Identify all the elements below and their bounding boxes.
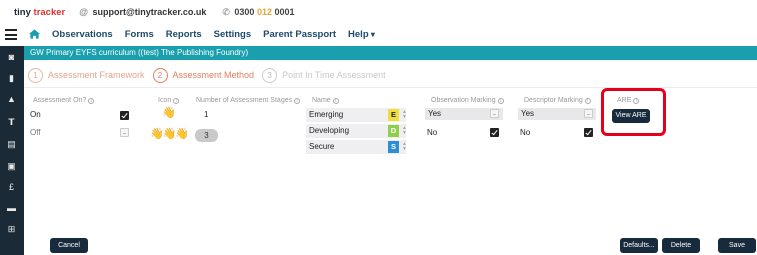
info-icon[interactable]: i (584, 98, 591, 104)
option-label: Yes (521, 109, 535, 118)
support-email[interactable]: @ support@tinytracker.co.uk (79, 7, 206, 17)
support-phone[interactable]: ✆ 0300 012 0001 (222, 7, 294, 18)
descriptor-yes-checkbox[interactable] (584, 109, 593, 118)
stage-badge: S (388, 141, 399, 153)
assessment-on-label: On (30, 110, 41, 119)
logo-text-tracker: tracker (33, 6, 66, 18)
hamburger-menu-icon[interactable] (5, 29, 17, 40)
option-label: Yes (428, 109, 442, 118)
step-label: Assessment Method (172, 70, 255, 80)
step-assessment-method[interactable]: 2 Assessment Method (152, 67, 255, 83)
info-icon[interactable]: i (497, 98, 504, 104)
pound-icon[interactable]: £ (6, 182, 17, 193)
wallet-icon[interactable]: ▬ (6, 203, 17, 214)
col-assessment-on: Assessment On? i (33, 97, 95, 104)
curriculum-header: GW Primary EYFS curriculum ((test) The P… (24, 46, 757, 60)
observation-marking-no: No (427, 128, 438, 137)
sort-handle-icon[interactable]: ▲ ▼ (402, 110, 407, 120)
nav-help[interactable]: Help (348, 29, 375, 40)
brand-bar: tiny tracker @ support@tinytracker.co.uk… (0, 0, 757, 24)
home-icon[interactable] (29, 29, 40, 39)
cancel-button[interactable]: Cancel (50, 238, 88, 253)
phone-highlight: 012 (256, 6, 272, 17)
nav-forms[interactable]: Forms (125, 29, 154, 40)
descriptor-marking-no: No (520, 128, 531, 137)
child-icon[interactable]: 𝗧 (6, 117, 17, 128)
assessment-off-label: Off (30, 128, 41, 137)
single-hand-icon: 👋 (162, 107, 176, 119)
app-root: tiny tracker @ support@tinytracker.co.uk… (0, 0, 757, 255)
col-label: Descriptor Marking (524, 97, 583, 104)
stages-count-pill[interactable]: 3 (195, 129, 218, 142)
col-label: Icon (158, 97, 172, 104)
descriptor-no-checkbox[interactable] (584, 128, 593, 137)
sort-handle-icon[interactable]: ▲ ▼ (402, 126, 407, 136)
save-button[interactable]: Save (718, 238, 756, 253)
dashboard-icon[interactable]: ◙ (6, 52, 17, 63)
delete-button[interactable]: Delete (662, 238, 700, 253)
col-label: Name (312, 97, 331, 104)
step-number: 3 (262, 67, 278, 83)
nav-settings[interactable]: Settings (214, 29, 251, 40)
main-nav: Observations Forms Reports Settings Pare… (0, 24, 757, 46)
col-descriptor-marking: Descriptor Marking i (524, 97, 591, 104)
wizard-steps: 1 Assessment Framework 2 Assessment Meth… (28, 65, 394, 85)
col-icon: Icon i (158, 97, 180, 104)
step-number: 2 (152, 67, 168, 83)
phone-prefix: 0300 (234, 6, 257, 17)
info-icon[interactable]: i (173, 98, 180, 104)
view-are-button[interactable]: View ARE (612, 109, 650, 123)
col-label: Observation Marking (431, 97, 496, 104)
step-assessment-framework[interactable]: 1 Assessment Framework (28, 67, 145, 83)
left-sidebar: ◙ ▮ ▲ 𝗧 ▤ ▣ £ ▬ ⊞ (0, 46, 24, 255)
stage-badge: D (388, 125, 399, 137)
sort-handle-icon[interactable]: ▲ ▼ (402, 142, 407, 152)
stage-name: Secure (309, 142, 335, 151)
nav-observations[interactable]: Observations (52, 29, 113, 40)
book-icon[interactable]: ▮ (6, 73, 17, 84)
col-observation-marking: Observation Marking i (431, 97, 504, 104)
step-point-in-time[interactable]: 3 Point In Time Assessment (262, 67, 386, 83)
observation-no-checkbox[interactable] (490, 128, 499, 137)
defaults-button[interactable]: Defaults... (620, 238, 658, 253)
stage-row-developing[interactable]: Developing D ▲ ▼ (306, 124, 407, 138)
step-label: Assessment Framework (48, 70, 145, 80)
col-label: Assessment On? (33, 97, 87, 104)
col-num-stages: Number of Assessment Stages i (196, 97, 301, 104)
info-icon[interactable]: i (332, 98, 339, 104)
user-icon[interactable]: ▲ (6, 94, 17, 105)
info-icon[interactable]: i (88, 98, 95, 104)
calendar-icon[interactable]: ▤ (6, 139, 17, 150)
step-label: Point In Time Assessment (282, 70, 386, 80)
stage-name: Emerging (309, 110, 344, 119)
phone-suffix: 0001 (271, 6, 295, 17)
stages-count-row1: 1 (204, 110, 209, 119)
stage-name: Developing (309, 126, 350, 135)
logo-text-tiny: tiny (14, 6, 31, 18)
three-hands-icon: 👋👋👋 (150, 128, 189, 140)
chart-icon[interactable]: ▣ (6, 161, 17, 172)
logo[interactable]: tiny tracker (14, 7, 65, 18)
observation-yes-checkbox[interactable] (490, 109, 499, 118)
nav-reports[interactable]: Reports (166, 29, 202, 40)
nav-parent-passport[interactable]: Parent Passport (263, 29, 336, 40)
info-icon[interactable]: i (294, 98, 301, 104)
col-label: Number of Assessment Stages (196, 97, 293, 104)
stage-row-secure[interactable]: Secure S ▲ ▼ (306, 140, 407, 154)
at-icon: @ (79, 7, 89, 17)
stage-badge: E (388, 109, 399, 121)
stage-row-emerging[interactable]: Emerging E ▲ ▼ (306, 108, 407, 122)
step-number: 1 (28, 67, 43, 83)
assessment-on-checkbox[interactable] (120, 111, 129, 120)
plus-icon[interactable]: ⊞ (6, 224, 17, 235)
phone-icon: ✆ (222, 6, 230, 17)
col-name: Name i (312, 97, 339, 104)
assessment-off-checkbox[interactable] (120, 128, 129, 137)
support-email-text: support@tinytracker.co.uk (92, 7, 207, 17)
